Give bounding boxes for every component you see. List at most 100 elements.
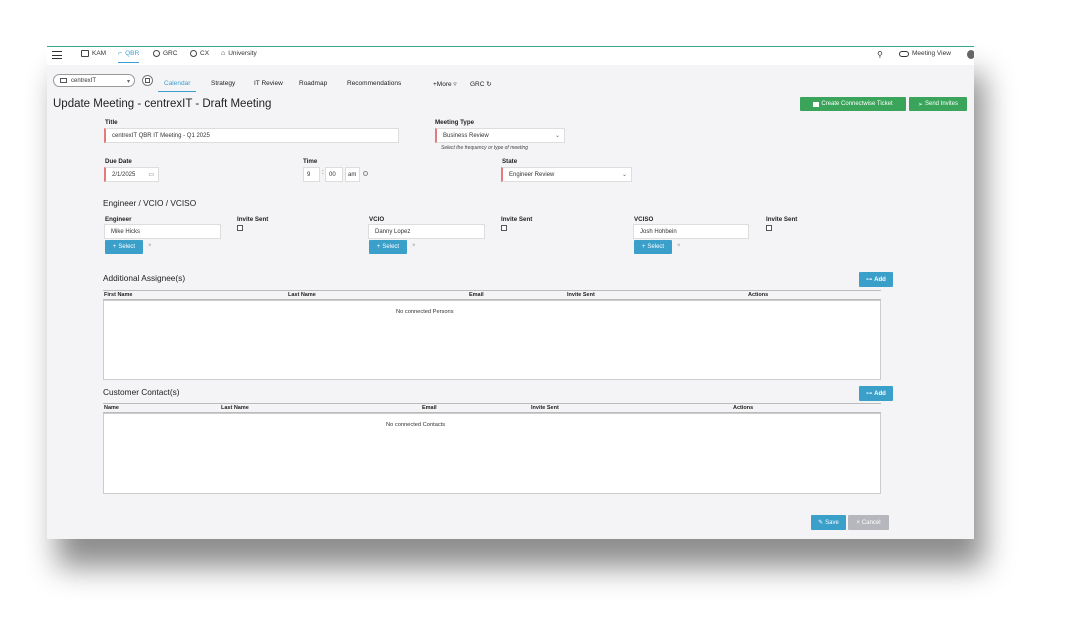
vcio-label: VCIO [369,216,385,223]
add-assignee-button[interactable]: ⊶ Add [859,272,893,287]
engineer-invite-label: Invite Sent [237,216,269,223]
meeting-type-help: Select the frequency or type of meeting [441,145,528,151]
state-label: State [502,158,518,165]
column-header: Actions [748,292,769,298]
chart-icon: ⌐ [118,50,123,57]
engineer-input[interactable]: Mike Hicks [104,224,221,239]
time-minute-input[interactable]: 00 [325,167,343,182]
select-label: Select [118,244,136,250]
link-icon: ⊶ [866,391,873,397]
meeting-type-label: Meeting Type [435,119,475,126]
tab-grc[interactable]: GRC ↻ [470,80,492,88]
app-window: KAM ⌐ QBR GRC CX ⌂ University ⚲ Meeting … [47,46,974,539]
nav-label: CX [200,50,210,57]
user-avatar[interactable] [967,50,974,59]
create-ticket-label: Create Connectwise Ticket [821,101,893,107]
meeting-view-toggle[interactable]: Meeting View [899,50,951,57]
vciso-clear-icon[interactable]: × [677,243,681,249]
column-header: Last Name [221,405,249,411]
nav-item-kam[interactable]: KAM [81,50,106,57]
vciso-select-button[interactable]: + Select [634,240,672,254]
cancel-button[interactable]: × Cancel [848,515,889,530]
tab-roadmap[interactable]: Roadmap [299,80,327,87]
contacts-section-title: Customer Contact(s) [103,387,180,397]
vcio-select-button[interactable]: + Select [369,240,407,254]
send-invites-label: Send Invites [925,101,959,107]
hamburger-menu-icon[interactable] [52,51,62,59]
select-label: Select [647,244,665,250]
tab-more[interactable]: +More ▿ [433,80,457,88]
nav-item-grc[interactable]: GRC [153,50,177,57]
title-input[interactable]: centrexIT QBR IT Meeting - Q1 2025 [104,128,399,143]
nav-item-qbr[interactable]: ⌐ QBR [118,50,140,63]
due-date-label: Due Date [105,158,132,165]
assignees-table-header: First Name Last Name Email Invite Sent A… [103,290,881,300]
chevron-down-icon: ⌄ [554,133,560,139]
time-ampm-select[interactable]: am [345,167,360,182]
nav-label: KAM [92,50,107,57]
assignees-empty-message: No connected Persons [396,309,454,315]
refresh-icon: ↻ [484,81,492,88]
column-header: Invite Sent [567,292,595,298]
nav-label: University [228,50,257,57]
contacts-table-header: Name Last Name Email Invite Sent Actions [103,403,881,413]
vcio-input[interactable]: Danny Lopez [368,224,485,239]
building-icon [60,78,67,83]
plus-icon: + [376,244,381,250]
engineer-invite-checkbox[interactable] [237,225,243,231]
calendar-icon: ▭ [148,172,154,178]
due-date-input[interactable]: 2/1/2025 ▭ [104,167,159,182]
client-select[interactable]: centrexIT ▾ [53,74,135,87]
vciso-invite-checkbox[interactable] [766,225,772,231]
vciso-input[interactable]: Josh Hohbein [633,224,749,239]
engineer-clear-icon[interactable]: × [148,243,152,249]
tab-strategy[interactable]: Strategy [211,80,235,87]
search-icon: ⚲ [877,50,883,59]
contacts-empty-message: No connected Contacts [386,422,446,428]
client-select-value: centrexIT [71,77,97,84]
engineer-label: Engineer [105,216,132,223]
page-title: Update Meeting - centrexIT - Draft Meeti… [53,98,272,110]
state-select[interactable]: Engineer Review ⌄ [501,167,632,182]
close-icon: × [856,519,860,526]
search-button[interactable]: ⚲ [877,50,883,59]
send-icon: ➢ [917,101,923,108]
create-connectwise-ticket-button[interactable]: Create Connectwise Ticket [800,97,906,111]
id-card-icon [81,50,89,57]
shield-icon [153,50,160,57]
nav-item-university[interactable]: ⌂ University [221,50,257,57]
chevron-down-icon: ▿ [451,81,457,88]
client-settings-icon[interactable] [142,75,153,86]
due-date-value: 2/1/2025 [112,171,136,178]
nav-item-cx[interactable]: CX [190,50,209,57]
vcio-clear-icon[interactable]: × [412,243,416,249]
ticket-icon [813,101,820,107]
column-header: First Name [104,292,133,298]
meeting-view-label: Meeting View [912,50,951,57]
meeting-type-select[interactable]: Business Review ⌄ [435,128,565,143]
nav-label: QBR [125,50,140,57]
cancel-label: Cancel [861,519,881,526]
graduation-cap-icon: ⌂ [221,50,226,57]
add-contact-button[interactable]: ⊶ Add [859,386,893,401]
tab-it-review[interactable]: IT Review [254,80,283,87]
save-button[interactable]: ✎ Save [811,515,846,530]
plus-icon: + [641,244,646,250]
smile-icon [190,50,197,57]
send-invites-button[interactable]: ➢ Send Invites [909,97,967,111]
tab-more-label: +More [433,81,452,88]
vcio-invite-checkbox[interactable] [501,225,507,231]
column-header: Name [104,405,119,411]
add-label: Add [874,390,886,397]
save-label: Save [825,519,839,526]
time-hour-input[interactable]: 9 [303,167,320,182]
tab-recommendations[interactable]: Recommendations [347,80,401,87]
tab-calendar[interactable]: Calendar [158,80,197,92]
toggle-icon [899,50,909,57]
clock-icon [363,171,368,176]
vcio-invite-label: Invite Sent [501,216,533,223]
roles-section-title: Engineer / VCIO / VCISO [103,198,197,208]
assignees-section-title: Additional Assignee(s) [103,273,186,283]
engineer-select-button[interactable]: + Select [105,240,143,254]
plus-icon: + [112,244,117,250]
